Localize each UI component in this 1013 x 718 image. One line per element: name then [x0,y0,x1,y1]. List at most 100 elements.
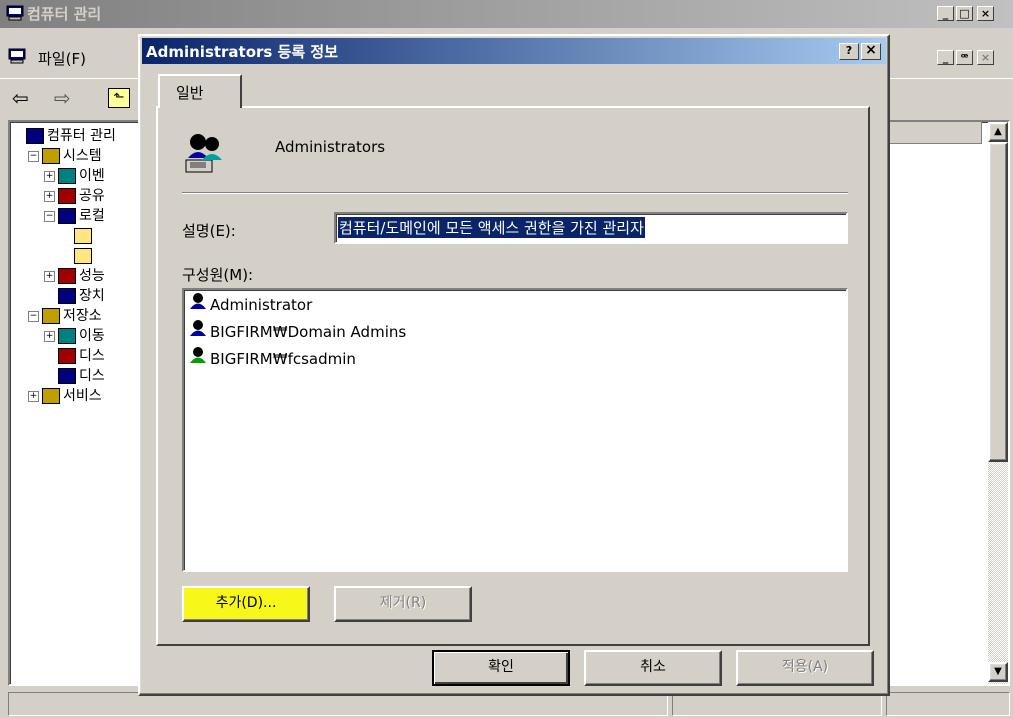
tree-item-label: 시스템 [63,148,102,164]
tab-general-label: 일반 [176,84,204,102]
node-icon [58,188,76,204]
up-folder-icon[interactable]: ⬑ [108,88,130,108]
tree-item[interactable]: + 성능 [44,266,105,286]
expand-icon[interactable]: + [28,390,39,402]
node-icon [58,268,76,284]
tab-panel: Administrators 설명(E): 컴퓨터/도메인에 모든 액세스 권한… [156,106,870,646]
separator [182,192,848,194]
expand-icon[interactable]: + [44,330,55,342]
description-value: 컴퓨터/도메인에 모든 액세스 권한을 가진 관리자 [338,217,645,238]
tree-item-label: 공유 [79,188,105,204]
group-users-icon [182,130,230,180]
main-title-bar[interactable]: 컴퓨터 관리 _ □ × [0,0,1013,28]
tree-item[interactable]: − 저장소 [28,306,102,326]
doc-icon [8,48,26,68]
tree-item[interactable]: 컴퓨터 관리 [12,126,116,146]
node-icon [42,148,60,164]
child-minimize-button[interactable]: _ [937,50,954,65]
tree-item-label: 서비스 [63,388,102,404]
properties-dialog: Administrators 등록 정보 ? × 일반 Administrato… [138,34,890,696]
tree-item[interactable]: + 이벤 [44,166,105,186]
user-icon [188,292,208,319]
scroll-down-arrow[interactable]: ▼ [988,662,1008,682]
node-icon [26,128,44,144]
minimize-button[interactable]: _ [937,6,954,21]
vertical-scrollbar[interactable]: ▲ ▼ [988,122,1008,684]
apply-button-label: 적용(A) [781,659,829,675]
ok-button-label: 확인 [488,659,514,675]
child-restore-button[interactable]: ꟹ [956,50,973,65]
menu-file[interactable]: 파일(F) [38,48,86,69]
tree-item[interactable]: +장치 [44,286,105,306]
computer-icon [6,5,24,21]
node-icon [58,208,76,224]
node-icon [58,368,76,384]
tree-item-label: 장치 [79,288,105,304]
node-icon [58,348,76,364]
back-icon[interactable]: ⇦ [12,86,29,110]
forward-icon[interactable]: ⇨ [54,86,71,110]
members-list[interactable]: Administrator BIGFIRM₩Domain Admins BIGFIR… [182,288,848,572]
node-icon [42,388,60,404]
expand-icon[interactable]: + [44,270,55,282]
tree-item-label: 저장소 [63,308,102,324]
group-icon [188,346,208,373]
tree-item[interactable]: + 서비스 [28,386,102,406]
folder-icon [74,248,92,264]
members-label: 구성원(M): [182,266,254,284]
tree-item[interactable]: − 로컬 [44,206,105,226]
member-label: BIGFIRM₩Domain Admins [210,323,407,341]
tree-item[interactable]: +디스 [44,366,105,386]
tree-item-label: 디스 [79,368,105,384]
expand-icon[interactable]: − [28,310,39,322]
tree-pane: 컴퓨터 관리−시스템+이벤+공유−로컬+++성능+장치−저장소+이동+디스+디스… [8,120,148,686]
expand-icon[interactable]: − [44,210,55,222]
add-button[interactable]: 추가(D)... [182,586,310,622]
remove-button-label: 제거(R) [379,595,427,611]
tree-item-label: 로컬 [79,208,105,224]
remove-button[interactable]: 제거(R) [334,586,472,622]
ok-button[interactable]: 확인 [432,650,570,686]
child-close-button[interactable]: × [977,50,994,65]
node-icon [58,288,76,304]
group-icon [188,319,208,346]
member-label: Administrator [210,296,313,314]
tree-item[interactable]: + [60,246,95,266]
tree-item[interactable]: − 시스템 [28,146,102,166]
node-icon [42,308,60,324]
tab-general[interactable]: 일반 [158,74,242,108]
node-icon [58,328,76,344]
tree-item[interactable]: + 이동 [44,326,105,346]
tree-item-label: 컴퓨터 관리 [47,128,116,144]
group-name: Administrators [275,138,386,156]
help-button[interactable]: ? [839,43,859,60]
member-item[interactable]: BIGFIRM₩Domain Admins [188,319,406,346]
scroll-thumb[interactable] [988,142,1008,462]
column-header[interactable] [882,122,982,144]
scroll-up-arrow[interactable]: ▲ [988,122,1008,142]
close-button[interactable]: × [977,6,994,21]
dialog-close-button[interactable]: × [861,43,881,60]
expand-icon[interactable]: + [44,170,55,182]
folder-icon [74,228,92,244]
member-item[interactable]: BIGFIRM₩fcsadmin [188,346,406,373]
dialog-title-text: Administrators 등록 정보 [146,43,339,61]
expand-icon[interactable]: − [28,150,39,162]
tree-item[interactable]: +디스 [44,346,105,366]
maximize-button[interactable]: □ [956,6,973,21]
tree-item[interactable]: + [60,226,95,246]
description-field[interactable]: 컴퓨터/도메인에 모든 액세스 권한을 가진 관리자 [334,212,848,244]
expand-icon[interactable]: + [44,190,55,202]
tree-item-label: 이벤 [79,168,105,184]
dialog-title-bar[interactable]: Administrators 등록 정보 ? × [142,38,886,64]
tree-item-label: 이동 [79,328,105,344]
tree-item[interactable]: + 공유 [44,186,105,206]
add-button-label: 추가(D)... [215,595,277,611]
member-item[interactable]: Administrator [188,292,406,319]
tree-item-label: 성능 [79,268,105,284]
member-label: BIGFIRM₩fcsadmin [210,350,356,368]
apply-button[interactable]: 적용(A) [736,650,874,686]
list-pane: ▲ ▼ [880,120,1010,686]
tree-item-label: 디스 [79,348,105,364]
cancel-button[interactable]: 취소 [584,650,722,686]
